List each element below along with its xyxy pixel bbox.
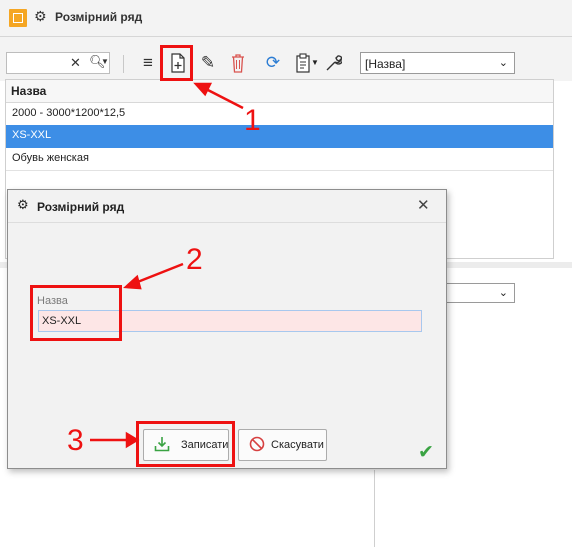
arrow-2-line [134,262,184,285]
arrow-1-line [203,86,244,110]
arrow-1-head [193,82,213,97]
arrow-2-head [122,274,142,290]
arrow-3-head [125,431,140,449]
annotation-step-2: 2 [186,243,203,276]
annotation-arrows [90,82,244,449]
annotation-step-3: 3 [67,424,84,457]
annotation-step-1: 1 [244,104,261,137]
